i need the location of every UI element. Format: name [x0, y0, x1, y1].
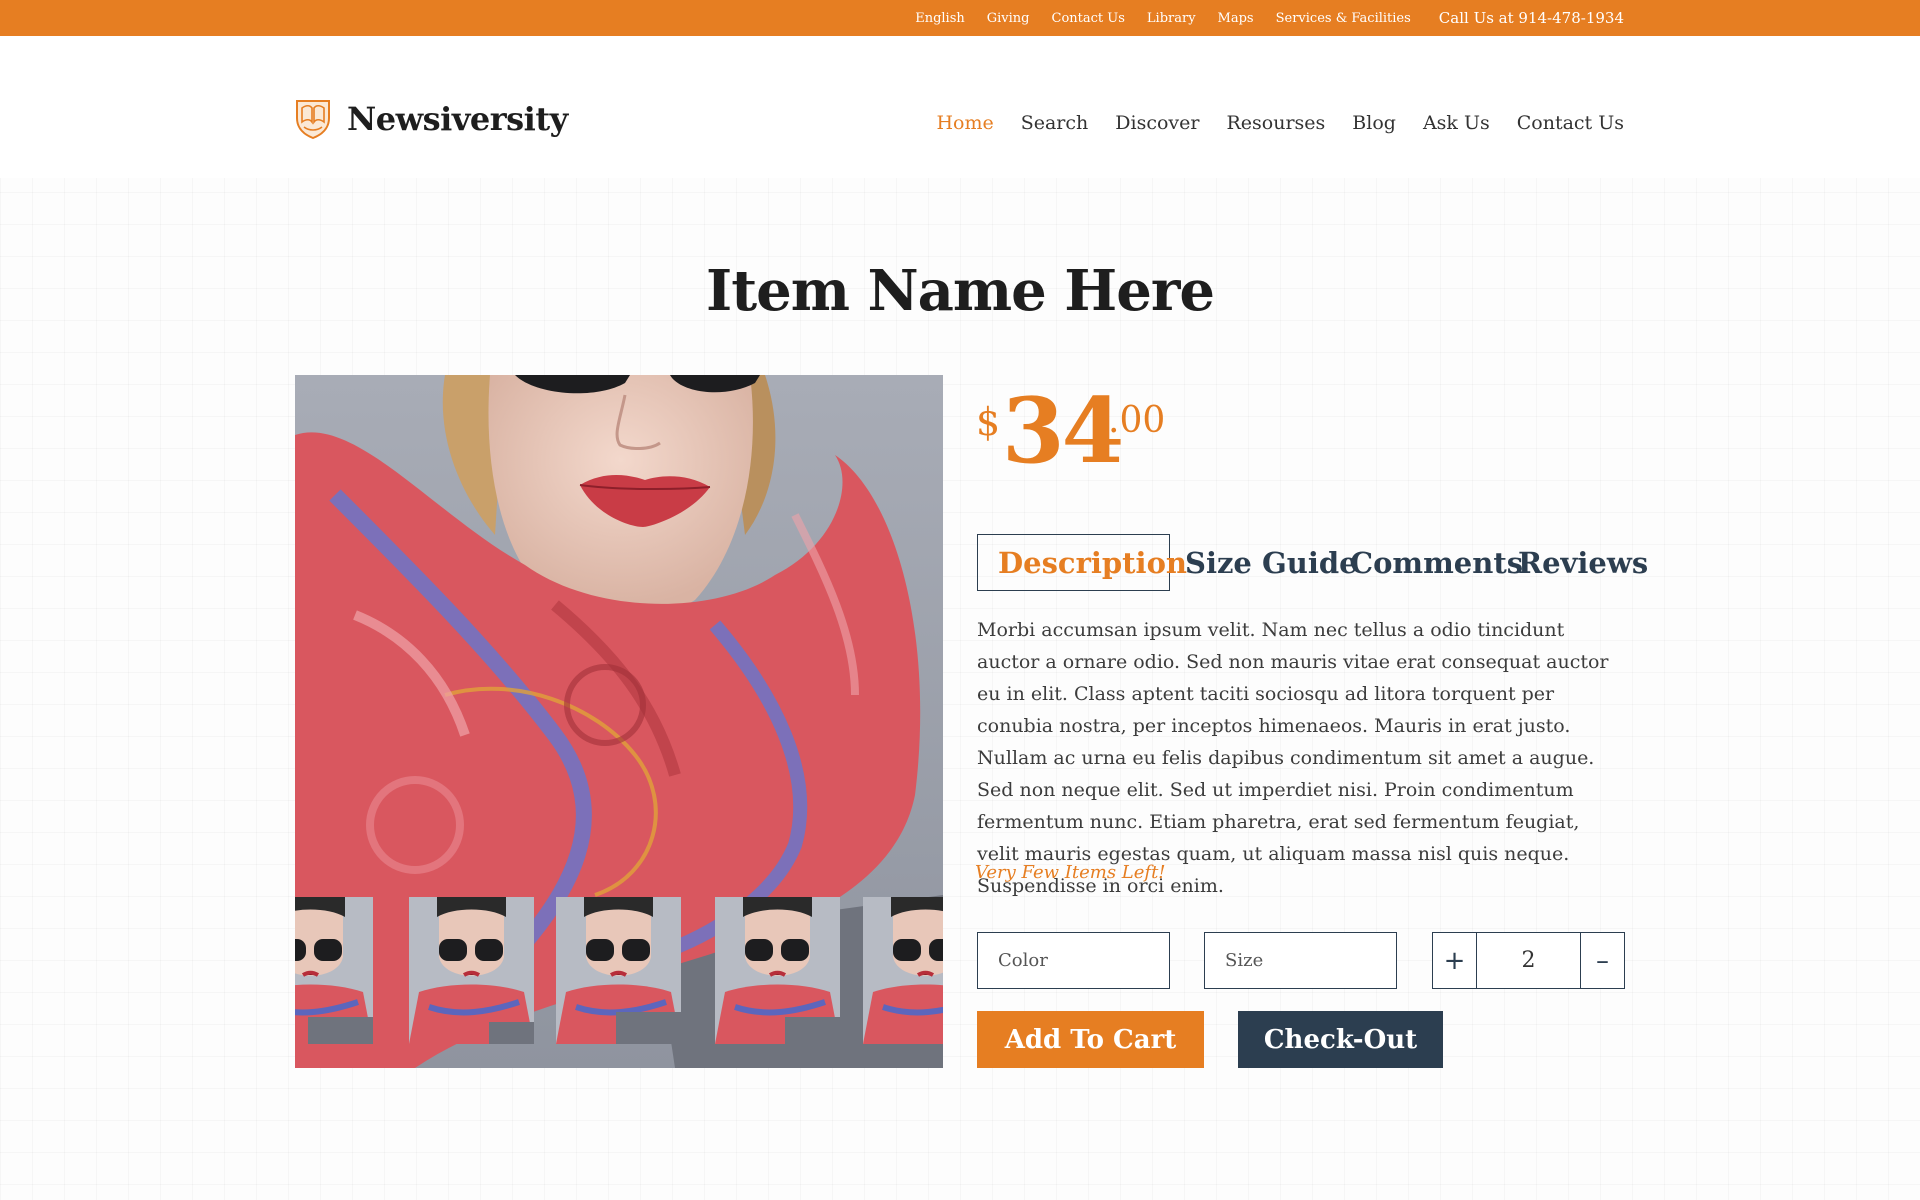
color-select[interactable]: Color	[977, 932, 1170, 989]
quantity-minus-button[interactable]: –	[1580, 933, 1624, 988]
nav-ask-us[interactable]: Ask Us	[1423, 112, 1490, 134]
nav-search[interactable]: Search	[1021, 112, 1089, 134]
product-price: $ 34 .00	[976, 386, 1196, 486]
size-select[interactable]: Size	[1204, 932, 1397, 989]
price-decimal: .00	[1108, 400, 1166, 441]
thumbnail-image[interactable]	[409, 897, 534, 1044]
nav-home[interactable]: Home	[936, 112, 993, 134]
thumbnail-image[interactable]	[715, 897, 840, 1044]
quantity-plus-button[interactable]: +	[1433, 933, 1477, 988]
product-description: Morbi accumsan ipsum velit. Nam nec tell…	[977, 619, 1609, 897]
topbar-link-services[interactable]: Services & Facilities	[1276, 11, 1411, 26]
topbar-link-library[interactable]: Library	[1147, 11, 1196, 26]
page-title: Item Name Here	[706, 258, 1215, 324]
nav-contact-us[interactable]: Contact Us	[1517, 112, 1624, 134]
nav-blog[interactable]: Blog	[1352, 112, 1396, 134]
thumbnail-image[interactable]	[863, 897, 943, 1044]
tab-size-guide[interactable]: Size Guide	[1185, 534, 1358, 591]
thumbnail-strip	[295, 897, 943, 1044]
quantity-stepper: + 2 –	[1432, 932, 1625, 989]
site-logo[interactable]: Newsiversity	[295, 98, 568, 140]
price-currency: $	[976, 400, 1001, 444]
quantity-value[interactable]: 2	[1477, 933, 1580, 988]
tab-comments[interactable]: Comments	[1350, 534, 1523, 591]
topbar-link-maps[interactable]: Maps	[1218, 11, 1254, 26]
brand-name: Newsiversity	[347, 100, 568, 138]
add-to-cart-button[interactable]: Add To Cart	[977, 1011, 1204, 1068]
tab-reviews[interactable]: Reviews	[1518, 534, 1648, 591]
site-header: Newsiversity Home Search Discover Resour…	[0, 36, 1920, 178]
price-integer: 34	[1002, 378, 1124, 484]
topbar-link-english[interactable]: English	[915, 11, 965, 26]
topbar-link-contact[interactable]: Contact Us	[1052, 11, 1125, 26]
top-utility-bar: English Giving Contact Us Library Maps S…	[0, 0, 1920, 36]
product-tabs: Description Size Guide Comments Reviews	[977, 534, 1648, 591]
nav-resources[interactable]: Resourses	[1226, 112, 1325, 134]
shield-crest-icon	[296, 100, 330, 140]
main-nav: Home Search Discover Resourses Blog Ask …	[909, 112, 1624, 134]
product-gallery	[295, 375, 943, 1068]
stock-note: Very Few Items Left!	[975, 862, 1166, 883]
call-us-text: Call Us at 914-478-1934	[1438, 9, 1624, 27]
thumbnail-image[interactable]	[295, 897, 373, 1044]
topbar-link-giving[interactable]: Giving	[987, 11, 1030, 26]
nav-discover[interactable]: Discover	[1115, 112, 1199, 134]
tab-description[interactable]: Description	[977, 534, 1187, 591]
checkout-button[interactable]: Check-Out	[1238, 1011, 1443, 1068]
thumbnail-image[interactable]	[556, 897, 681, 1044]
